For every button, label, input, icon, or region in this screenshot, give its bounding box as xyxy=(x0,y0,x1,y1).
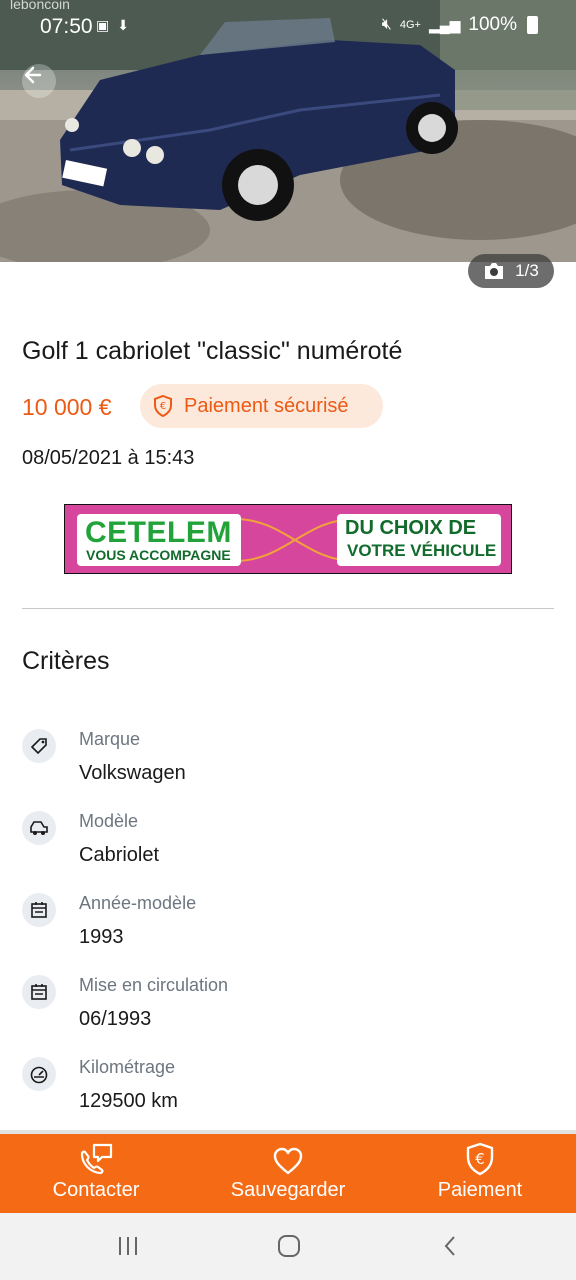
network-type: 4G+ xyxy=(399,19,421,31)
save-label: Sauvegarder xyxy=(230,1179,346,1201)
criteria-item-registration: Mise en circulation 06/1993 xyxy=(22,975,552,1045)
criteria-item-model: Modèle Cabriolet xyxy=(22,811,552,881)
criteria-value: Volkswagen xyxy=(79,762,186,784)
section-divider xyxy=(22,608,554,609)
ad-tagline: VOUS ACCOMPAGNE xyxy=(86,547,231,563)
criteria-value: 129500 km xyxy=(79,1090,178,1112)
back-button[interactable] xyxy=(22,64,56,98)
criteria-value: Cabriolet xyxy=(79,844,160,866)
chevron-left-icon xyxy=(444,1236,455,1256)
listing-photo[interactable]: leboncoin 07:50 ▣ ⬇ 🔇︎ 4G+ ▂▄▆ 100% xyxy=(0,0,576,262)
download-icon: ⬇ xyxy=(117,17,129,33)
home-button[interactable] xyxy=(269,1231,309,1261)
signal-icon: ▂▄▆ xyxy=(428,16,461,33)
battery-icon xyxy=(527,16,538,34)
svg-text:€: € xyxy=(160,401,166,412)
criteria-title: Critères xyxy=(22,647,110,675)
photo-counter[interactable]: 1/3 xyxy=(468,254,554,288)
battery-percent: 100% xyxy=(468,14,517,35)
secure-payment-badge[interactable]: € Paiement sécurisé xyxy=(140,384,383,428)
ad-right-panel: DU CHOIX DE VOTRE VÉHICULE xyxy=(337,514,501,566)
status-time: 07:50 xyxy=(40,15,93,38)
heart-icon xyxy=(273,1147,303,1175)
ad-banner[interactable]: CETELEM VOUS ACCOMPAGNE DU CHOIX DE VOTR… xyxy=(64,504,512,574)
tag-icon xyxy=(22,729,56,763)
ad-message-line1: DU CHOIX DE xyxy=(345,517,477,539)
criteria-label: Modèle xyxy=(79,811,139,831)
system-nav-bar xyxy=(0,1213,576,1280)
secure-payment-label: Paiement sécurisé xyxy=(184,394,349,417)
mute-icon: 🔇︎ xyxy=(381,16,392,33)
status-bar: leboncoin 07:50 ▣ ⬇ 🔇︎ 4G+ ▂▄▆ 100% xyxy=(0,0,576,52)
status-right: 🔇︎ 4G+ ▂▄▆ 100% xyxy=(382,14,538,36)
phone-chat-icon xyxy=(80,1143,113,1175)
payment-button[interactable]: € Paiement xyxy=(424,1134,536,1213)
notification-icons: ▣ ⬇ xyxy=(96,17,129,34)
calendar-icon xyxy=(22,893,56,927)
listing-price: 10 000 € xyxy=(22,394,112,420)
criteria-label: Mise en circulation xyxy=(79,975,229,995)
calendar-icon xyxy=(22,975,56,1009)
camera-icon xyxy=(485,263,504,279)
criteria-label: Kilométrage xyxy=(79,1057,176,1077)
shield-euro-icon: € xyxy=(466,1142,494,1176)
criteria-value: 06/1993 xyxy=(79,1008,152,1030)
criteria-item-model-year: Année-modèle 1993 xyxy=(22,893,552,963)
payment-label: Paiement xyxy=(437,1179,523,1201)
criteria-label: Année-modèle xyxy=(79,893,197,913)
car-icon xyxy=(22,811,56,845)
save-button[interactable]: Sauvegarder xyxy=(218,1134,358,1213)
recent-apps-button[interactable] xyxy=(108,1231,148,1261)
ad-left-panel: CETELEM VOUS ACCOMPAGNE xyxy=(77,514,241,566)
status-brand: leboncoin xyxy=(10,0,70,12)
criteria-item-brand: Marque Volkswagen xyxy=(22,729,552,799)
arrow-left-icon xyxy=(24,66,42,84)
criteria-value: 1993 xyxy=(79,926,124,948)
listing-date: 08/05/2021 à 15:43 xyxy=(22,447,195,469)
svg-text:€: € xyxy=(475,1150,485,1168)
nav-back-button[interactable] xyxy=(430,1231,470,1261)
shield-euro-icon: € xyxy=(154,394,172,418)
contact-label: Contacter xyxy=(52,1179,140,1201)
recent-apps-icon xyxy=(119,1237,137,1255)
criteria-label: Marque xyxy=(79,729,141,749)
ad-brand: CETELEM xyxy=(85,516,232,549)
action-bar: Contacter Sauvegarder € Paiement xyxy=(0,1134,576,1213)
listing-title: Golf 1 cabriolet "classic" numéroté xyxy=(22,337,403,365)
photo-counter-text: 1/3 xyxy=(515,261,539,280)
gallery-notification-icon: ▣ xyxy=(96,17,110,33)
contact-button[interactable]: Contacter xyxy=(40,1134,152,1213)
home-icon xyxy=(278,1235,300,1257)
ad-message-line2: VOTRE VÉHICULE xyxy=(347,541,497,560)
speedometer-icon xyxy=(22,1057,56,1091)
criteria-item-mileage: Kilométrage 129500 km xyxy=(22,1057,552,1127)
